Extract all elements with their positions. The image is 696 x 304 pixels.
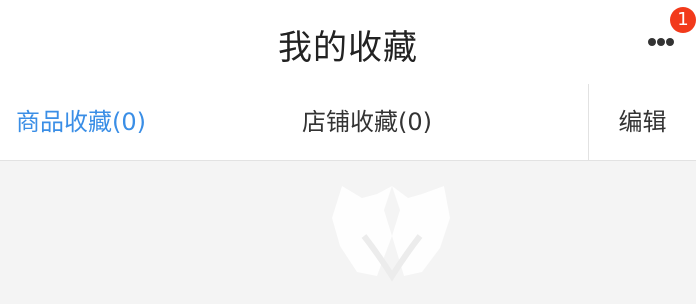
ellipsis-icon [648,38,656,46]
ellipsis-icon-dot [666,38,674,46]
fox-logo-watermark-icon [332,186,450,282]
notification-badge: 1 [670,7,696,33]
ellipsis-icon-dot [657,38,665,46]
edit-button[interactable]: 编辑 [589,84,696,160]
tab-shop-favorites[interactable]: 店铺收藏(0) [302,84,432,160]
top-navigation-bar: 我的收藏 1 [0,0,696,84]
page-title: 我的收藏 [278,28,418,68]
more-options-button[interactable]: 1 [640,7,696,60]
tab-product-favorites[interactable]: 商品收藏(0) [16,84,146,160]
favorites-tab-bar: 商品收藏(0) 店铺收藏(0) 编辑 [0,84,696,161]
